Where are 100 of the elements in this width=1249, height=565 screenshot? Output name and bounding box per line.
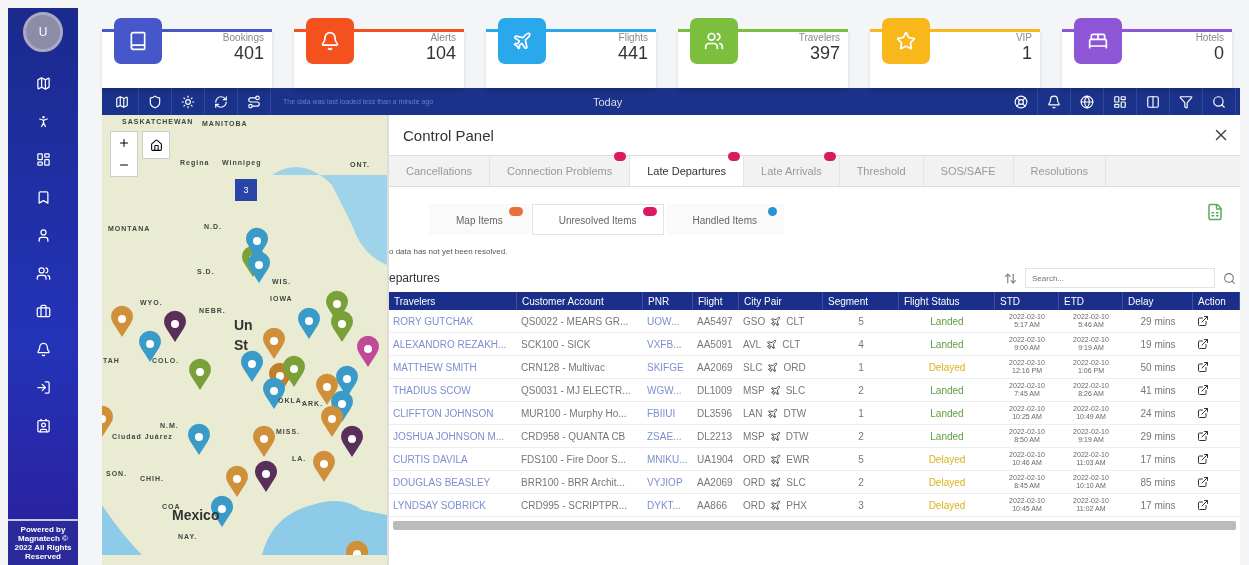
map-icon[interactable]: [115, 94, 129, 109]
pnr-link[interactable]: VYJIOP: [643, 471, 693, 494]
pnr-link[interactable]: MNIKU...: [643, 448, 693, 471]
column-header[interactable]: Action: [1193, 292, 1240, 310]
bell-icon[interactable]: [35, 341, 51, 357]
traveler-link[interactable]: CURTIS DAVILA: [389, 448, 517, 471]
open-icon[interactable]: [1197, 315, 1209, 327]
subtab[interactable]: Map Items: [429, 203, 530, 235]
open-icon[interactable]: [1197, 407, 1209, 419]
columns-icon[interactable]: [1146, 94, 1160, 109]
table-cell: 4: [823, 333, 899, 356]
stat-label: Flights: [618, 32, 648, 43]
column-header[interactable]: Delay: [1123, 292, 1193, 310]
pnr-link[interactable]: DYKT...: [643, 494, 693, 517]
tab[interactable]: Late Departures: [630, 156, 745, 186]
table-cell: SCK100 - SICK: [517, 333, 643, 356]
briefcase-icon[interactable]: [35, 303, 51, 319]
pnr-link[interactable]: WGW...: [643, 379, 693, 402]
user-icon[interactable]: [35, 227, 51, 243]
bookmark-icon[interactable]: [35, 189, 51, 205]
map-icon[interactable]: [35, 75, 51, 91]
open-icon[interactable]: [1197, 499, 1209, 511]
pnr-link[interactable]: VXFB...: [643, 333, 693, 356]
column-header[interactable]: Flight: [693, 292, 739, 310]
table-cell: 2: [823, 425, 899, 448]
open-icon[interactable]: [1197, 361, 1209, 373]
traveler-link[interactable]: DOUGLAS BEASLEY: [389, 471, 517, 494]
open-icon[interactable]: [1197, 476, 1209, 488]
home-button[interactable]: [142, 131, 170, 159]
open-icon[interactable]: [1197, 338, 1209, 350]
subtab[interactable]: Unresolved Items: [531, 203, 664, 235]
search-icon[interactable]: [1223, 271, 1236, 285]
table-cell: SLC: [786, 476, 806, 488]
lifebuoy-icon[interactable]: [1014, 94, 1028, 109]
traveler-link[interactable]: LYNDSAY SOBRICK: [389, 494, 517, 517]
filter-icon[interactable]: [1179, 94, 1193, 109]
spreadsheet-icon[interactable]: [1206, 203, 1224, 221]
login-icon[interactable]: [35, 379, 51, 395]
pnr-link[interactable]: UOW...: [643, 310, 693, 333]
pnr-link[interactable]: ZSAE...: [643, 425, 693, 448]
table-cell: EWR: [786, 453, 810, 465]
column-header[interactable]: ETD: [1059, 292, 1123, 310]
zoom-in-icon[interactable]: [118, 137, 130, 149]
bell-icon[interactable]: [1047, 94, 1061, 109]
traveler-link[interactable]: THADIUS SCOW: [389, 379, 517, 402]
table-cell: AA2069: [693, 356, 739, 379]
table-cell: 17 mins: [1123, 494, 1193, 517]
subtab[interactable]: Handled Items: [665, 203, 784, 235]
column-header[interactable]: Segment: [823, 292, 899, 310]
pnr-link[interactable]: SKIFGE: [643, 356, 693, 379]
tab[interactable]: Cancellations: [389, 156, 491, 186]
stat-label: Travelers: [798, 32, 840, 43]
search-icon[interactable]: [1212, 94, 1226, 109]
sun-icon[interactable]: [181, 94, 195, 109]
scrollbar[interactable]: [393, 521, 1236, 530]
plane-icon: [512, 31, 532, 51]
tab[interactable]: Threshold: [839, 156, 924, 186]
plane-icon: [770, 476, 782, 488]
traveler-link[interactable]: CLIFFTON JOHNSON: [389, 402, 517, 425]
users-icon[interactable]: [35, 265, 51, 281]
stat-value: 401: [233, 43, 264, 64]
traveler-link[interactable]: MATTHEW SMITH: [389, 356, 517, 379]
section-heading: epartures: [389, 271, 440, 285]
table-cell: DL1009: [693, 379, 739, 402]
column-header[interactable]: STD: [995, 292, 1059, 310]
search-field[interactable]: Search...: [1025, 268, 1215, 288]
tab[interactable]: Resolutions: [1013, 156, 1107, 186]
stat-label: Alerts: [430, 32, 456, 43]
plane-icon: [770, 453, 782, 465]
contact-card-icon[interactable]: [35, 417, 51, 433]
globe-icon[interactable]: [1080, 94, 1094, 109]
column-header[interactable]: Customer Account: [517, 292, 643, 310]
column-header[interactable]: Flight Status: [899, 292, 995, 310]
route-icon[interactable]: [247, 94, 261, 109]
column-header[interactable]: PNR: [643, 292, 693, 310]
open-icon[interactable]: [1197, 453, 1209, 465]
shield-icon[interactable]: [148, 94, 162, 109]
avatar[interactable]: U: [23, 12, 63, 52]
refresh-icon[interactable]: [214, 94, 228, 109]
table-cell: AA2069: [693, 471, 739, 494]
plane-icon: [769, 430, 781, 442]
table-cell: MUR100 - Murphy Ho...: [517, 402, 643, 425]
table-cell: DTW: [783, 407, 807, 419]
column-header[interactable]: City Pair: [739, 292, 823, 310]
open-icon[interactable]: [1197, 384, 1209, 396]
table-cell: SLC: [785, 384, 806, 396]
column-header[interactable]: Travelers: [389, 292, 517, 310]
plane-icon: [766, 338, 778, 350]
sort-icon[interactable]: [1004, 271, 1017, 285]
traveler-link[interactable]: ALEXANDRO REZAKH...: [389, 333, 517, 356]
traveler-link[interactable]: RORY GUTCHAK: [389, 310, 517, 333]
dashboard-icon[interactable]: [35, 151, 51, 167]
status-text: Landed: [899, 333, 995, 356]
pnr-link[interactable]: FBIIUI: [643, 402, 693, 425]
table-cell: CRD995 - SCRIPTPR...: [517, 494, 643, 517]
open-icon[interactable]: [1197, 430, 1209, 442]
tab[interactable]: SOS/SAFE: [923, 156, 1014, 186]
dashboard-icon[interactable]: [1113, 94, 1127, 109]
cluster-marker[interactable]: 3: [235, 179, 257, 201]
traveler-link[interactable]: JOSHUA JOHNSON M...: [389, 425, 517, 448]
